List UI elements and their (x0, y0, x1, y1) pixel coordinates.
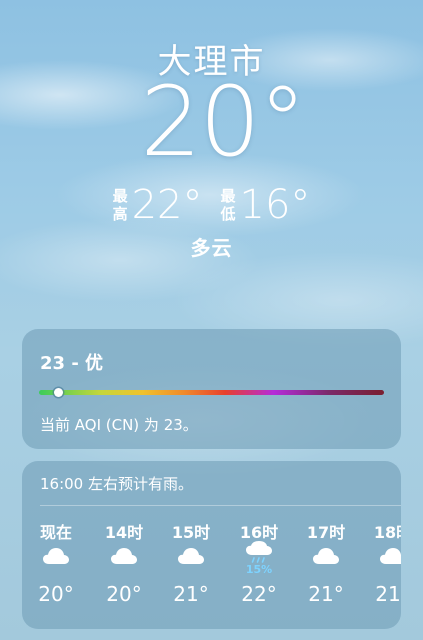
low-label-char-2: 低 (220, 205, 236, 223)
aqi-title: 23 - 优 (40, 353, 104, 374)
hour-precipitation: 15% (245, 563, 273, 576)
hour-temperature: 22° (241, 582, 277, 606)
aqi-indicator-dot (54, 388, 63, 397)
hourly-forecast-card[interactable]: 16:00 左右预计有雨。 现在 20° 14时 20° 15时 21° 16时… (22, 461, 401, 629)
weather-condition: 多云 (190, 236, 233, 260)
hour-time: 15时 (171, 523, 211, 542)
high-label: 最 高 (113, 187, 128, 223)
aqi-scale-bar (39, 390, 384, 395)
aqi-description: 当前 AQI (CN) 为 23。 (40, 416, 198, 434)
hour-temperature: 21° (308, 582, 344, 606)
low-label-char-1: 最 (220, 187, 236, 205)
hour-item: 16时 15% 22° (229, 519, 289, 606)
hourly-summary: 16:00 左右预计有雨。 (40, 475, 193, 493)
low-temperature-group: 最 低 16° (221, 182, 311, 228)
hourly-divider (40, 505, 401, 506)
low-label: 最 低 (221, 187, 236, 223)
hour-temperature: 21° (173, 582, 209, 606)
cloud-icon (26, 539, 86, 579)
hour-time: 16时 (239, 523, 279, 542)
hour-time: 14时 (104, 523, 144, 542)
high-temperature-group: 最 高 22° (113, 182, 203, 228)
high-label-char-2: 高 (112, 205, 128, 223)
hour-time: 现在 (39, 523, 72, 542)
low-temperature: 16° (239, 182, 311, 228)
high-low-temperatures: 最 高 22° 最 低 16° (0, 182, 423, 228)
hour-temperature: 21° (375, 582, 401, 606)
current-temperature: 20° (140, 66, 306, 178)
cloud-icon (94, 539, 154, 579)
hour-time: 18时 (373, 523, 401, 542)
hour-item: 17时 21° (296, 519, 356, 606)
hour-item: 15时 21° (161, 519, 221, 606)
air-quality-card[interactable]: 23 - 优 当前 AQI (CN) 为 23。 (22, 329, 401, 449)
high-label-char-1: 最 (112, 187, 128, 205)
hour-temperature: 20° (106, 582, 142, 606)
hour-item: 18时 21° (363, 519, 401, 606)
hour-item: 14时 20° (94, 519, 154, 606)
cloud-icon (161, 539, 221, 579)
hour-time: 17时 (306, 523, 346, 542)
cloud-icon (363, 539, 401, 579)
hour-item: 现在 20° (26, 519, 86, 606)
hour-temperature: 20° (38, 582, 74, 606)
cloud-icon (296, 539, 356, 579)
high-temperature: 22° (131, 182, 203, 228)
cloud-rain-icon: 15% (229, 539, 289, 579)
